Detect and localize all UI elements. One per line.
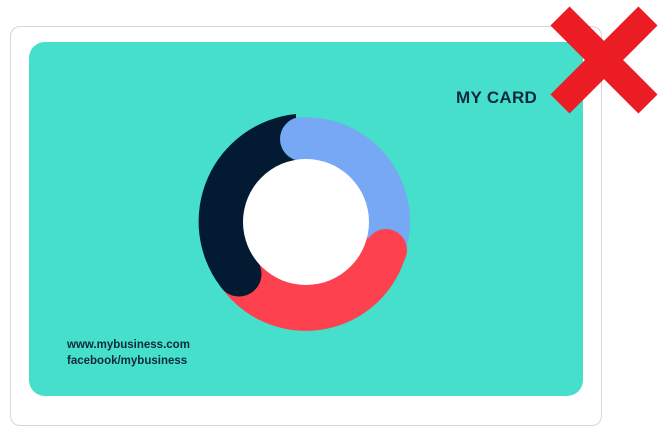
ring-cap-blue xyxy=(280,117,324,161)
red-x-icon xyxy=(550,6,658,114)
ring-center xyxy=(243,159,369,285)
contact-info: www.mybusiness.com facebook/mybusiness xyxy=(67,337,190,369)
website-link[interactable]: www.mybusiness.com xyxy=(67,337,190,353)
facebook-link[interactable]: facebook/mybusiness xyxy=(67,353,190,369)
card-title: MY CARD xyxy=(456,88,538,107)
ring-cap-red xyxy=(365,229,407,271)
donut-ring-logo-icon xyxy=(198,114,410,331)
